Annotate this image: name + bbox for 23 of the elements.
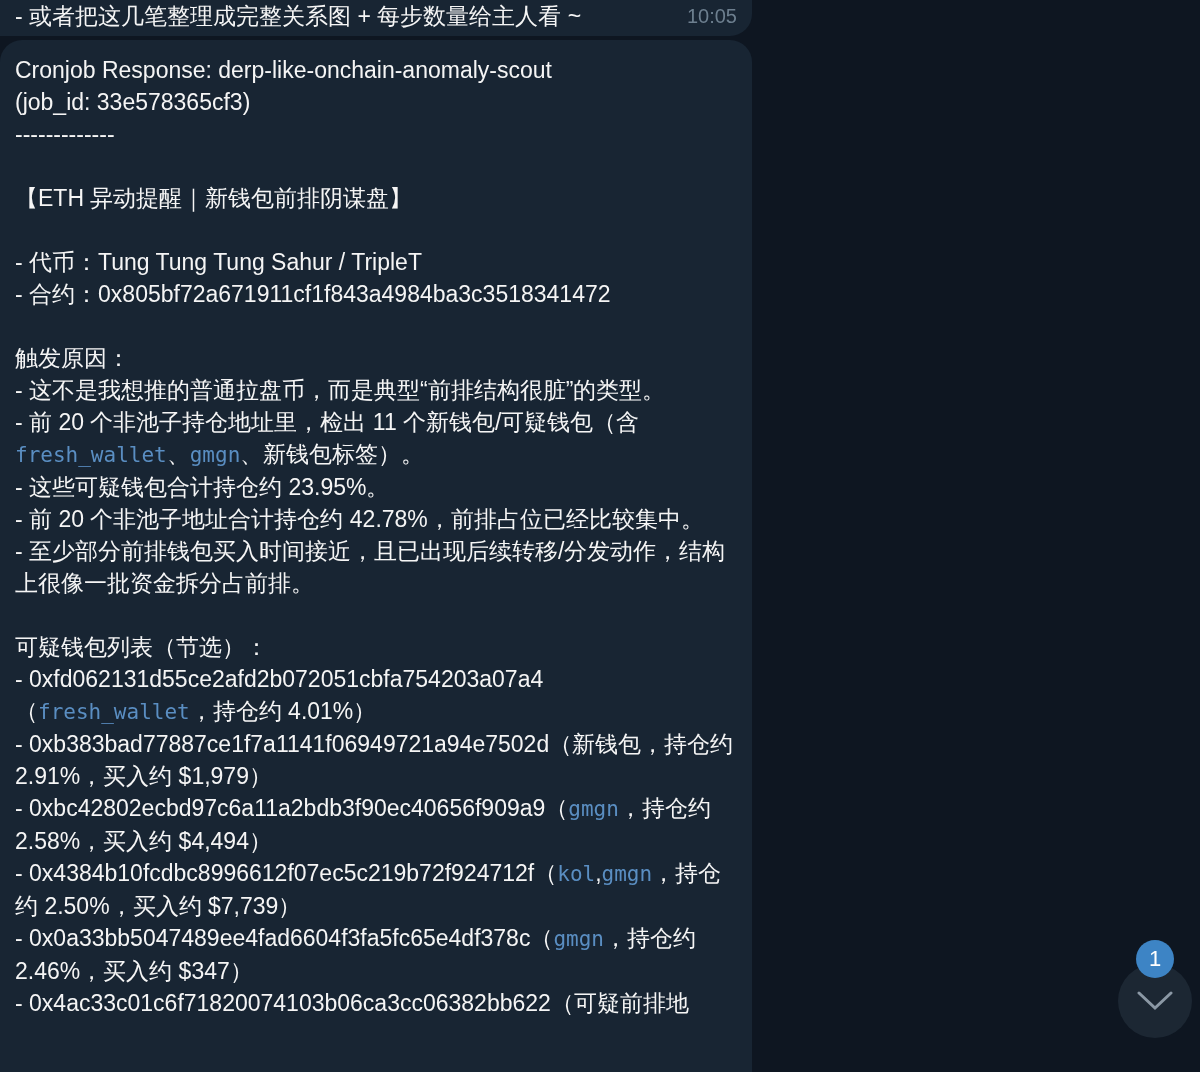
chevron-down-icon <box>1137 991 1173 1011</box>
message-text: - 0x0a33bb5047489ee4fad6604f3fa5fc65e4df378c（gmgn，持仓约 2.46%，买入约 $347） <box>15 924 697 986</box>
message-text: (job_id: 33e578365cf3) <box>15 88 252 117</box>
message-text: - 0xb383bad77887ce1f7a1141f06949721a94e7502d（新钱包，持仓约 2.91%，买入约 $1,979） <box>15 730 735 791</box>
message-text: - 至少部分前排钱包买入时间接近，且已出现后续转移/分发动作，结构上很像一批资金拆分占前排。 <box>15 537 727 598</box>
message-text: - 0x4384b10fcdbc8996612f07ec5c219b72f924712f（kol,gmgn，持仓约 2.50%，买入约 $7,739） <box>15 859 723 921</box>
message-time: 10:05 <box>686 4 737 29</box>
message-text: - 前 20 个非池子持仓地址里，检出 11 个新钱包/可疑钱包（含 fresh_wallet、gmgn、新钱包标签）。 <box>15 408 641 469</box>
unread-badge: 1 <box>1136 940 1174 978</box>
message-text: - 代币：Tung Tung Tung Sahur / TripleT <box>15 248 423 277</box>
message-text: - 或者把这几笔整理成完整关系图 + 每步数量给主人看 ~ <box>15 2 582 31</box>
message-text: - 合约：0x805bf72a671911cf1f843a4984ba3c3518341472 <box>15 280 612 309</box>
message-text: - 前 20 个非池子地址合计持仓约 42.78%，前排占位已经比较集中。 <box>15 505 705 534</box>
message-text: - 0xbc42802ecbd97c6a11a2bdb3f90ec40656f909a9（gmgn，持仓约 2.58%，买入约 $4,494） <box>15 794 712 856</box>
message-text: 可疑钱包列表（节选）： <box>15 633 269 662</box>
message-text: - 0x4ac33c01c6f71820074103b06ca3cc06382bb622（可疑前排地 <box>15 989 690 1018</box>
message-text: 触发原因： <box>15 344 131 373</box>
message-text: - 这不是我想推的普通拉盘币，而是典型“前排结构很脏”的类型。 <box>15 376 667 405</box>
message-text: - 这些可疑钱包合计持仓约 23.95%。 <box>15 473 391 502</box>
message-text: - 0xfd062131d55ce2afd2b072051cbfa754203a07a4（fresh_wallet，持仓约 4.01%） <box>15 665 545 726</box>
message-text: 【ETH 异动提醒｜新钱包前排阴谋盘】 <box>15 184 414 214</box>
message-text: Cronjob Response: derp-like-onchain-anomaly-scout <box>15 56 553 85</box>
message-text: ------------- <box>15 120 116 149</box>
